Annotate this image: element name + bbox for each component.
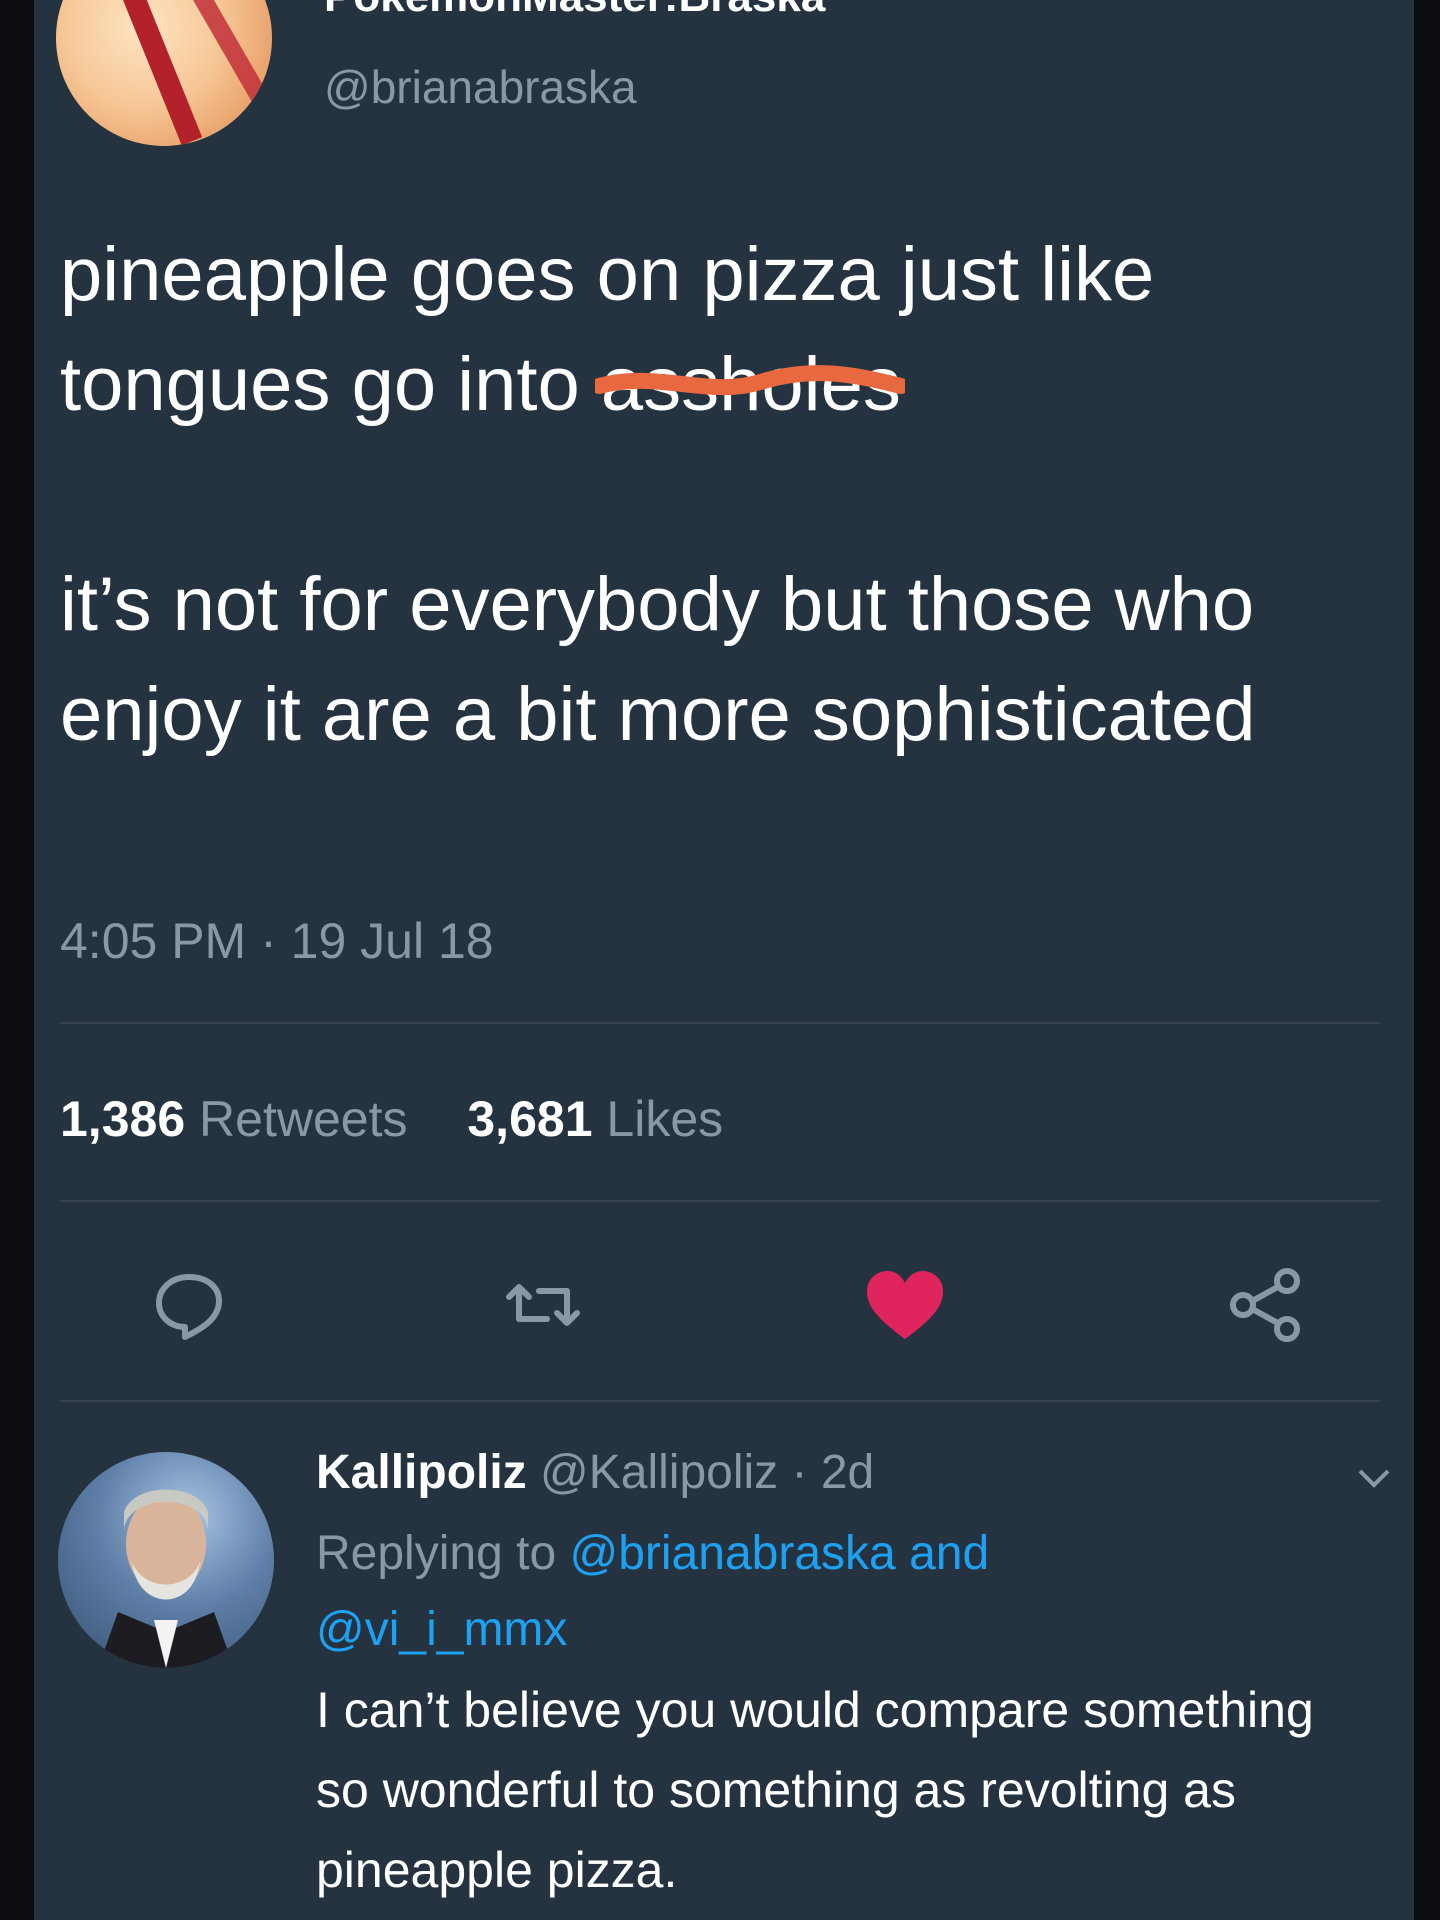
author-avatar[interactable]: [56, 0, 272, 146]
author-display-name[interactable]: PokemonMaster:Braska: [324, 0, 825, 22]
tweet-line-2: tongues go into: [60, 342, 601, 427]
chevron-down-icon[interactable]: [1366, 0, 1394, 8]
tweet-line-1: pineapple goes on pizza just like: [60, 232, 1155, 317]
reply-body: I can’t believe you would compare someth…: [316, 1682, 1314, 1898]
engagement-stats: 1,386 Retweets 3,681 Likes: [60, 1090, 769, 1148]
reply-bubble-icon: [156, 1274, 222, 1340]
reply-tweet[interactable]: Kallipoliz @Kallipoliz · 2d Replying to …: [316, 1438, 1376, 1910]
reply-button[interactable]: [144, 1260, 234, 1350]
like-button[interactable]: [860, 1260, 950, 1350]
divider: [60, 1200, 1380, 1202]
tweet-body: pineapple goes on pizza just like tongue…: [60, 220, 1380, 770]
reply-age: · 2d: [791, 1446, 875, 1499]
action-bar: [34, 1260, 1414, 1350]
share-icon: [1230, 1268, 1300, 1342]
tweet-timestamp[interactable]: 4:05 PM · 19 Jul 18: [60, 912, 494, 970]
reply-author-handle[interactable]: @Kallipoliz: [540, 1446, 778, 1499]
share-button[interactable]: [1220, 1260, 1310, 1350]
scribble-mark: [594, 365, 905, 396]
retweet-button[interactable]: [498, 1260, 588, 1350]
divider: [60, 1022, 1380, 1024]
replying-to: Replying to @brianabraska and @vi_i_mmx: [316, 1527, 990, 1656]
reply-author-name[interactable]: Kallipoliz: [316, 1446, 527, 1499]
divider: [60, 1400, 1380, 1402]
retweet-icon: [506, 1284, 580, 1326]
retweets-stat[interactable]: 1,386 Retweets: [60, 1091, 407, 1147]
mention-link[interactable]: @vi_i_mmx: [316, 1603, 567, 1656]
reply-author-avatar[interactable]: [58, 1452, 274, 1668]
author-handle[interactable]: @brianabraska: [324, 60, 637, 114]
tweet-paragraph-2: it’s not for everybody but those who enj…: [60, 562, 1256, 757]
reply-header: Kallipoliz @Kallipoliz · 2d: [316, 1438, 1376, 1508]
likes-stat[interactable]: 3,681 Likes: [467, 1091, 723, 1147]
censored-word: assholes: [594, 330, 905, 440]
heart-icon: [867, 1271, 943, 1339]
tweet-detail-screen: PokemonMaster:Braska @brianabraska pinea…: [34, 0, 1414, 1920]
mention-link[interactable]: @brianabraska: [569, 1527, 895, 1580]
portrait-image: [98, 1489, 234, 1668]
